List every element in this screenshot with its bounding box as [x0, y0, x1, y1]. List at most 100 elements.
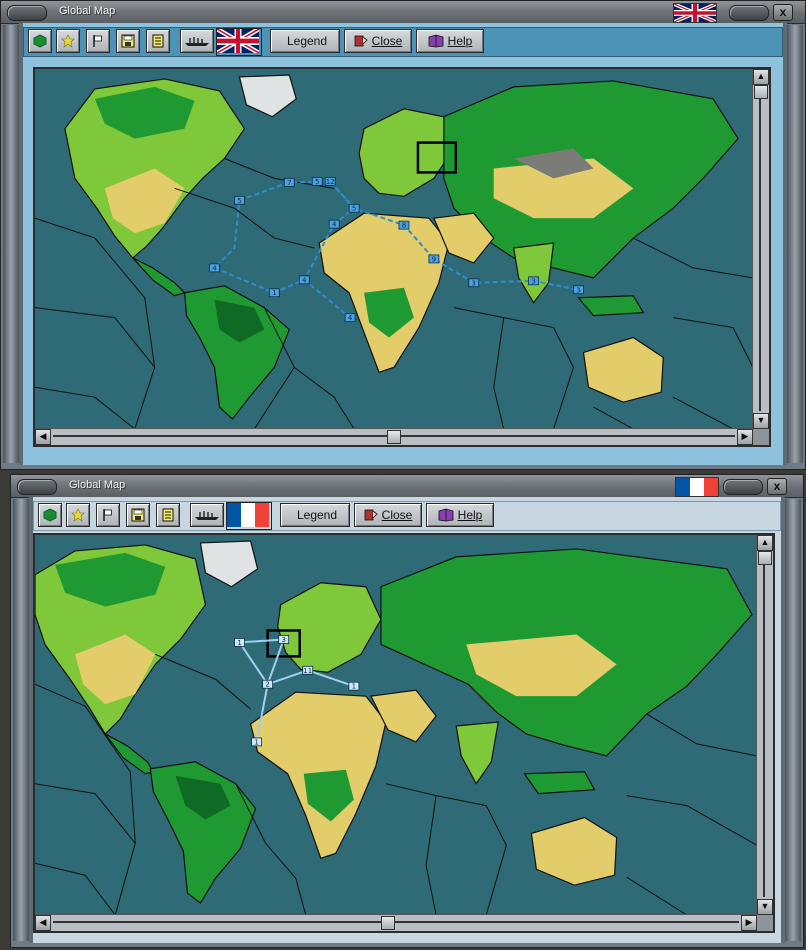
route-waypoint-label: 9 — [432, 255, 436, 263]
legend-label: Legend — [286, 34, 328, 48]
flag-icon — [93, 35, 102, 47]
uk-flag-icon — [216, 26, 260, 56]
route-waypoint-label: 5 — [352, 205, 356, 213]
list-icon — [162, 508, 174, 522]
hexagon-green-icon — [33, 34, 47, 48]
map-viewport: 5 7 12 5 4 8 4 4 1 4 9 3 3 3 5 ▲ ▼ ◀ ▶ — [33, 67, 771, 447]
scroll-left-arrow-icon[interactable]: ◀ — [35, 915, 51, 931]
route-waypoint-label: 3 — [576, 286, 580, 294]
close-button[interactable]: Close — [344, 29, 412, 53]
close-book-icon — [354, 35, 368, 47]
title-bar[interactable]: Global Map x — [1, 1, 805, 24]
window-close-button[interactable]: x — [773, 4, 793, 21]
hexagon-button[interactable] — [28, 29, 52, 53]
route-waypoint-label: 3 — [472, 279, 476, 287]
world-map[interactable]: 1 3 2 11 1 1 — [35, 535, 757, 915]
vertical-scroll-thumb[interactable] — [754, 85, 768, 99]
global-map-window-uk: Global Map x Legend Close Help 5 7 12 5 … — [0, 0, 806, 470]
route-waypoint-label: 7 — [287, 179, 291, 187]
uk-flag-icon — [673, 2, 717, 24]
close-label: Close — [381, 508, 413, 522]
star-button[interactable] — [56, 29, 80, 53]
star-icon — [71, 508, 85, 522]
fr-flag-icon — [675, 477, 719, 497]
window-menu-slot[interactable] — [17, 479, 57, 495]
scroll-up-arrow-icon[interactable]: ▲ — [753, 69, 769, 85]
route-waypoint-label: 12 — [326, 178, 335, 186]
vertical-scroll-track — [763, 553, 765, 897]
scroll-corner — [757, 915, 773, 931]
route-waypoint-label: 1 — [254, 738, 258, 746]
left-frame-rail — [13, 499, 29, 941]
window-minimize-slot[interactable] — [723, 479, 763, 495]
world-map[interactable]: 5 7 12 5 4 8 4 4 1 4 9 3 3 3 5 — [35, 69, 753, 429]
help-button[interactable]: Help — [426, 503, 494, 527]
ship-button[interactable] — [180, 29, 214, 53]
right-frame-rail — [785, 499, 801, 941]
route-waypoint-label: 5 — [237, 197, 241, 205]
scroll-left-arrow-icon[interactable]: ◀ — [35, 429, 51, 445]
window-minimize-slot[interactable] — [729, 5, 769, 21]
window-menu-slot[interactable] — [7, 5, 47, 21]
title-bar[interactable]: Global Map x — [11, 475, 803, 498]
close-label: Close — [371, 34, 403, 48]
list-button[interactable] — [156, 503, 180, 527]
star-icon — [61, 34, 75, 48]
close-book-icon — [364, 509, 378, 521]
world-map-canvas: 1 321111 — [35, 535, 757, 915]
close-button[interactable]: Close — [354, 503, 422, 527]
legend-label: Legend — [296, 508, 338, 522]
help-book-icon — [428, 34, 444, 48]
world-map-canvas: 5 7 12 5 4 8 4 4 1 4 9 3 3 3 5 — [35, 69, 753, 429]
global-map-window-fr: Global Map x Legend Close Help 1 3 2 11 … — [10, 474, 804, 948]
flag-button[interactable] — [86, 29, 110, 53]
ship-icon — [195, 511, 219, 520]
route-waypoint-label: 1 — [352, 683, 356, 691]
scroll-down-arrow-icon[interactable]: ▼ — [757, 899, 773, 915]
window-title: Global Map — [59, 5, 116, 17]
map-toolbar: Legend Close Help — [23, 26, 783, 57]
map-viewport: 1 3 2 11 1 1 ▲ ▼ ◀ ▶ — [33, 533, 775, 933]
legend-button[interactable]: Legend — [280, 503, 350, 527]
fr-flag-button[interactable] — [226, 502, 272, 530]
horizontal-scrollbar[interactable]: ◀ ▶ — [35, 914, 757, 931]
route-waypoint-label: 8 — [402, 222, 406, 230]
window-close-button[interactable]: x — [767, 478, 787, 495]
help-button[interactable]: Help — [416, 29, 484, 53]
scroll-corner — [753, 429, 769, 445]
scroll-down-arrow-icon[interactable]: ▼ — [753, 413, 769, 429]
vertical-scroll-thumb[interactable] — [758, 551, 772, 565]
hexagon-button[interactable] — [38, 503, 62, 527]
route-waypoint-label: 4 — [302, 276, 307, 284]
route-waypoint-label: 3 — [531, 277, 535, 285]
hexagon-green-icon — [43, 508, 57, 522]
star-button[interactable] — [66, 503, 90, 527]
uk-flag-button[interactable] — [216, 26, 262, 56]
help-label: Help — [447, 34, 473, 48]
right-frame-rail — [787, 25, 803, 463]
scroll-up-arrow-icon[interactable]: ▲ — [757, 535, 773, 551]
route-waypoint-label: 2 — [265, 681, 269, 689]
route-waypoint-label: 1 — [272, 289, 276, 297]
scroll-right-arrow-icon[interactable]: ▶ — [737, 429, 753, 445]
flag-button[interactable] — [96, 503, 120, 527]
flag-icon — [103, 509, 112, 521]
ship-button[interactable] — [190, 503, 224, 527]
vertical-scrollbar[interactable]: ▲ ▼ — [756, 535, 773, 915]
save-button[interactable] — [126, 503, 150, 527]
window-title: Global Map — [69, 479, 126, 491]
save-button[interactable] — [116, 29, 140, 53]
route-waypoint-label: 5 — [315, 178, 319, 186]
horizontal-scroll-track — [53, 921, 739, 923]
horizontal-scrollbar[interactable]: ◀ ▶ — [35, 428, 753, 445]
vertical-scrollbar[interactable]: ▲ ▼ — [752, 69, 769, 429]
ship-icon — [185, 37, 209, 46]
list-button[interactable] — [146, 29, 170, 53]
route-waypoint-label: 3 — [281, 636, 285, 644]
horizontal-scroll-thumb[interactable] — [387, 430, 401, 444]
horizontal-scroll-thumb[interactable] — [381, 916, 395, 930]
save-icon — [121, 34, 135, 48]
legend-button[interactable]: Legend — [270, 29, 340, 53]
fr-flag-icon — [227, 503, 269, 527]
scroll-right-arrow-icon[interactable]: ▶ — [741, 915, 757, 931]
